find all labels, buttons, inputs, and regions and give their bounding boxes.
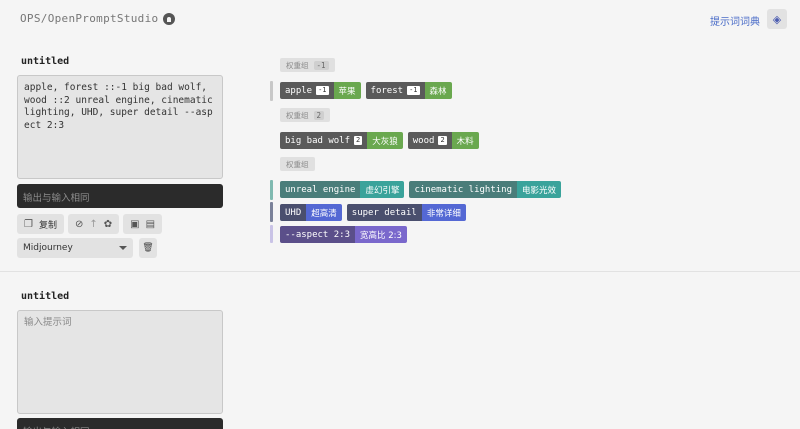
tag-en: --aspect 2:3	[280, 226, 356, 243]
tag-super-detail[interactable]: super detail 非常详细	[346, 204, 466, 221]
tag-row: apple -1 苹果 forest -1 森林	[280, 82, 452, 99]
image-icon[interactable]: ▣	[130, 219, 139, 230]
group-bar	[270, 180, 273, 200]
group-bar	[270, 81, 273, 101]
model-select[interactable]: Midjourney	[17, 238, 133, 258]
group-weight: 2	[313, 110, 325, 120]
tag-cinematic-lighting[interactable]: cinematic lighting 电影光效	[409, 181, 562, 198]
tag-row: unreal engine 虚幻引擎 cinematic lighting 电影…	[280, 181, 562, 198]
layout-icon[interactable]: ▤	[146, 219, 155, 230]
tag-en: forest -1	[365, 82, 425, 99]
tag-zh: 大灰狼	[367, 132, 403, 149]
tag-en: unreal engine	[280, 181, 361, 198]
group-bar	[270, 202, 273, 222]
editor-title: untitled	[21, 56, 70, 67]
tag-weight: -1	[407, 86, 420, 95]
tag-zh: 森林	[424, 82, 452, 99]
prompt-dictionary-link[interactable]: 提示词词典	[710, 13, 760, 28]
prompt-input[interactable]: apple, forest ::-1 big bad wolf, wood ::…	[17, 75, 223, 179]
chevron-down-icon	[119, 246, 127, 250]
tag-wood[interactable]: wood 2 木料	[407, 132, 479, 149]
tag-en-text: apple	[285, 85, 313, 96]
tag-weight: 2	[354, 136, 363, 145]
section-divider	[0, 271, 800, 272]
disable-icon[interactable]: ⊘	[75, 219, 83, 230]
tag-row: big bad wolf 2 大灰狼 wood 2 木料	[280, 132, 479, 149]
output-field[interactable]: 输出与输入相同	[17, 418, 223, 429]
editor-toolbar: ❐ 复制 ⊘ ↑ ✿ ▣ ▤	[17, 214, 163, 234]
tag-apple[interactable]: apple -1 苹果	[280, 82, 361, 99]
arrow-up-icon[interactable]: ↑	[89, 219, 97, 230]
tag-en: big bad wolf 2	[280, 132, 368, 149]
tag-row: UHD 超高清 super detail 非常详细	[280, 204, 466, 221]
editor-title: untitled	[21, 291, 70, 302]
group-label-text: 权重组	[286, 60, 309, 70]
view-group: ▣ ▤	[123, 214, 163, 234]
tag-en: wood 2	[407, 132, 452, 149]
tag-en: UHD	[280, 204, 307, 221]
dictionary-icon: ◈	[772, 12, 782, 26]
tag-zh: 超高清	[306, 204, 342, 221]
copy-label: 复制	[38, 220, 57, 231]
tag-zh: 苹果	[333, 82, 361, 99]
group-weight: -1	[313, 60, 329, 70]
tag-en-text: big bad wolf	[285, 135, 351, 146]
tag-row: --aspect 2:3 宽高比 2:3	[280, 226, 407, 243]
weight-group-label: 权重组 -1	[280, 58, 335, 72]
tag-zh: 虚幻引擎	[360, 181, 405, 198]
tag-weight: -1	[316, 86, 329, 95]
tag-forest[interactable]: forest -1 森林	[365, 82, 452, 99]
tag-weight: 2	[438, 136, 447, 145]
tag-aspect[interactable]: --aspect 2:3 宽高比 2:3	[280, 226, 407, 243]
tag-zh: 宽高比 2:3	[355, 226, 407, 243]
tag-zh: 非常详细	[421, 204, 466, 221]
tag-en: apple -1	[280, 82, 334, 99]
tag-en-text: wood	[412, 135, 435, 146]
copy-icon: ❐	[24, 218, 33, 230]
tag-unreal-engine[interactable]: unreal engine 虚幻引擎	[280, 181, 405, 198]
prompt-input[interactable]: 输入提示词	[17, 310, 223, 414]
tag-big-bad-wolf[interactable]: big bad wolf 2 大灰狼	[280, 132, 403, 149]
group-bar	[270, 225, 273, 243]
tag-en: super detail	[346, 204, 422, 221]
tag-uhd[interactable]: UHD 超高清	[280, 204, 342, 221]
tag-zh: 电影光效	[517, 181, 562, 198]
group-label-text: 权重组	[286, 159, 309, 169]
tag-en: cinematic lighting	[409, 181, 518, 198]
copy-button[interactable]: ❐ 复制	[17, 214, 64, 234]
github-icon[interactable]	[163, 12, 176, 25]
model-select-value: Midjourney	[23, 243, 73, 253]
brand-title[interactable]: OPS/OpenPromptStudio	[20, 12, 158, 25]
weight-group-label: 权重组 2	[280, 108, 331, 122]
delete-button[interactable]: 🗑	[139, 238, 157, 258]
action-group: ⊘ ↑ ✿	[67, 214, 120, 234]
tag-zh: 木料	[451, 132, 479, 149]
group-label-text: 权重组	[286, 110, 309, 120]
output-field[interactable]: 输出与输入相同	[17, 184, 223, 208]
dictionary-button[interactable]: ◈	[767, 9, 787, 29]
brand[interactable]: OPS/OpenPromptStudio	[20, 12, 176, 25]
weight-group-label: 权重组	[280, 157, 315, 171]
palette-icon[interactable]: ✿	[104, 219, 112, 230]
trash-icon: 🗑	[142, 243, 154, 253]
tag-en-text: forest	[370, 85, 404, 96]
